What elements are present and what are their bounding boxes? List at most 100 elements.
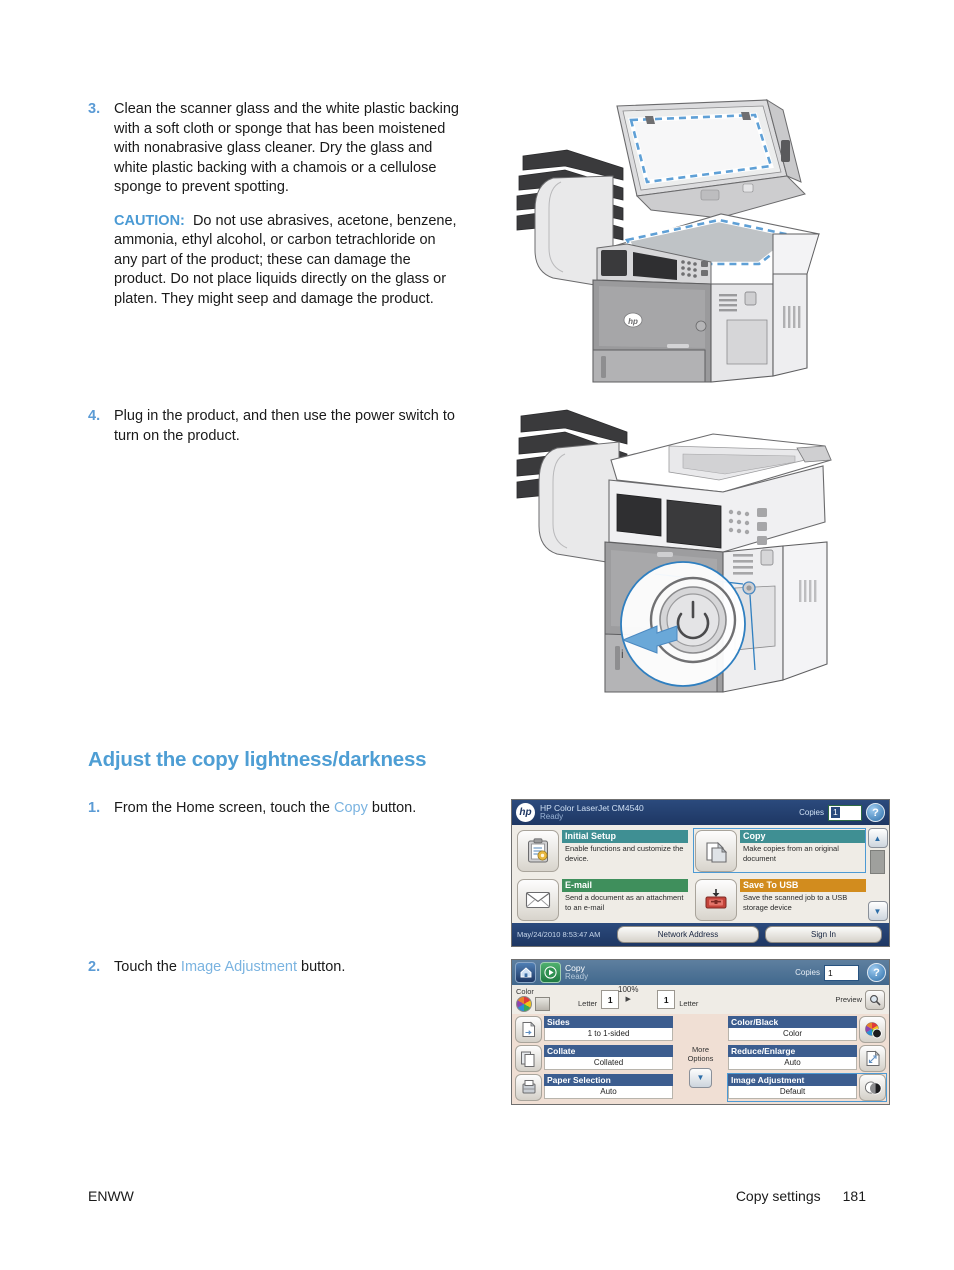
home-icon[interactable] xyxy=(515,962,536,983)
scale-arrow-icon: ▶ xyxy=(625,996,631,1003)
setting-paper-selection[interactable]: Paper Selection Auto xyxy=(515,1074,673,1101)
setting-reduce-enlarge[interactable]: Reduce/Enlarge Auto xyxy=(728,1045,886,1072)
home-tile-save-to-usb[interactable]: Save To USB Save the scanned job to a US… xyxy=(693,877,866,922)
envelope-icon xyxy=(517,879,559,921)
home-tile-initial-setup[interactable]: Initial Setup Enable functions and custo… xyxy=(515,828,688,873)
setting-collate-value: Collated xyxy=(544,1057,673,1070)
reduce-enlarge-icon xyxy=(859,1045,886,1072)
usb-tile-description: Save the scanned job to a USB storage de… xyxy=(743,893,848,912)
home-screen-body: Initial Setup Enable functions and custo… xyxy=(512,825,889,923)
copy-screen-status: Ready xyxy=(565,971,589,981)
copy-copies-group[interactable]: Copies 1 xyxy=(795,964,859,981)
setting-collate-title: Collate xyxy=(544,1045,673,1057)
setting-reduce-enlarge-body: Reduce/Enlarge Auto xyxy=(728,1045,857,1072)
scroll-thumb[interactable] xyxy=(870,850,885,874)
source-size-label: Letter xyxy=(578,999,598,1008)
copy-settings-area: Sides 1 to 1-sided Collate Collated Pape… xyxy=(512,1014,889,1104)
setting-collate[interactable]: Collate Collated xyxy=(515,1045,673,1072)
setting-paper-selection-title: Paper Selection xyxy=(544,1074,673,1086)
step-4-body: Plug in the product, and then use the po… xyxy=(114,407,460,446)
source-count: 1 xyxy=(601,990,620,1009)
step2-text-after: button. xyxy=(297,959,346,975)
email-tile-text: E-mail Send a document as an attachment … xyxy=(562,877,688,922)
setting-image-adjustment[interactable]: Image Adjustment Default xyxy=(727,1073,887,1102)
copy-screen-title-group: Copy Ready xyxy=(565,963,589,981)
usb-tile-text: Save To USB Save the scanned job to a US… xyxy=(740,877,866,922)
copy-settings-left-column: Sides 1 to 1-sided Collate Collated Pape… xyxy=(515,1016,673,1104)
scale-percent: 100% ▶ xyxy=(618,985,639,1003)
setting-paper-selection-body: Paper Selection Auto xyxy=(544,1074,673,1101)
setting-color-black-value: Color xyxy=(728,1028,857,1041)
setting-color-black-body: Color/Black Color xyxy=(728,1016,857,1043)
caution-label: CAUTION: xyxy=(114,212,185,229)
illustration-scanner-glass: hp xyxy=(505,98,895,383)
setting-color-black-title: Color/Black xyxy=(728,1016,857,1028)
scroll-up-icon[interactable]: ▲ xyxy=(867,828,888,848)
step1-text-after: button. xyxy=(367,800,417,816)
scroll-track[interactable] xyxy=(870,848,885,901)
setting-paper-selection-value: Auto xyxy=(544,1086,673,1099)
help-icon[interactable]: ? xyxy=(867,963,886,982)
home-screen-scrollbar[interactable]: ▲ ▼ xyxy=(867,828,888,921)
procedure-step-1-body: From the Home screen, touch the Copy but… xyxy=(114,799,488,819)
procedure-step-1-number: 1. xyxy=(88,800,101,816)
help-icon[interactable]: ? xyxy=(866,803,885,822)
step-4: 4. Plug in the product, and then use the… xyxy=(88,407,460,446)
hp-logo-icon: hp xyxy=(516,803,535,822)
home-copies-group[interactable]: Copies 1 xyxy=(799,804,862,821)
setting-sides[interactable]: Sides 1 to 1-sided xyxy=(515,1016,673,1043)
step1-ui-reference: Copy xyxy=(334,800,368,816)
scale-summary: Letter 1 100% ▶ 1 Letter xyxy=(578,985,698,1009)
setting-sides-title: Sides xyxy=(544,1016,673,1028)
step-3-caution: CAUTION: Do not use abrasives, acetone, … xyxy=(114,212,460,310)
setting-color-black[interactable]: Color/Black Color xyxy=(728,1016,886,1043)
product-status: Ready xyxy=(540,811,564,821)
home-tile-copy[interactable]: Copy Make copies from an original docume… xyxy=(693,828,866,873)
setting-image-adjustment-value: Default xyxy=(728,1086,857,1099)
initial-setup-description: Enable functions and customize the devic… xyxy=(565,844,684,863)
more-options-group[interactable]: More Options ▼ xyxy=(675,1016,726,1104)
copy-copies-input[interactable]: 1 xyxy=(824,964,859,981)
setting-sides-body: Sides 1 to 1-sided xyxy=(544,1016,673,1043)
step2-text-before: Touch the xyxy=(114,959,181,975)
preview-group[interactable]: Preview xyxy=(835,989,885,1010)
start-icon[interactable] xyxy=(540,962,561,983)
home-tile-email[interactable]: E-mail Send a document as an attachment … xyxy=(515,877,688,922)
footer-right-group: Copy settings 181 xyxy=(736,1188,866,1204)
usb-tile-title: Save To USB xyxy=(740,879,866,892)
home-copies-input[interactable]: 1 xyxy=(828,804,862,821)
control-panel-copy-screen[interactable]: Copy Ready Copies 1 ? Color Letter 1 100… xyxy=(511,959,890,1105)
preview-label: Preview xyxy=(835,995,862,1004)
scroll-down-icon[interactable]: ▼ xyxy=(867,901,888,921)
sign-in-button[interactable]: Sign In xyxy=(765,926,882,943)
initial-setup-text: Initial Setup Enable functions and custo… xyxy=(562,828,688,873)
page-icon xyxy=(535,997,550,1011)
email-tile-description: Send a document as an attachment to an e… xyxy=(565,893,684,912)
step-4-paragraph: Plug in the product, and then use the po… xyxy=(114,408,455,444)
search-icon[interactable] xyxy=(865,989,885,1010)
chevron-down-icon[interactable]: ▼ xyxy=(689,1067,712,1088)
copy-copies-label: Copies xyxy=(795,968,820,977)
color-mode-icons xyxy=(516,996,550,1012)
illustration-power-switch: i xyxy=(505,402,895,710)
image-adjustment-icon xyxy=(859,1074,886,1101)
setting-reduce-enlarge-value: Auto xyxy=(728,1057,857,1070)
footer-locale: ENWW xyxy=(88,1188,134,1204)
page-footer: ENWW Copy settings 181 xyxy=(88,1188,866,1204)
copy-settings-right-column: Color/Black Color Reduce/Enlarge Auto Im… xyxy=(727,1016,887,1104)
page-title: Adjust the copy lightness/darkness xyxy=(88,748,427,771)
date-time-display: May/24/2010 8:53:47 AM xyxy=(517,930,601,939)
procedure-step-2: 2. Touch the Image Adjustment button. xyxy=(88,958,488,978)
paper-selection-icon xyxy=(515,1074,542,1101)
home-tile-grid: Initial Setup Enable functions and custo… xyxy=(515,828,866,922)
step-4-number: 4. xyxy=(88,408,101,424)
color-mode-group[interactable]: Color xyxy=(516,987,550,1012)
copy-tile-text: Copy Make copies from an original docume… xyxy=(740,828,866,873)
home-screen-footer: May/24/2010 8:53:47 AM Network Address S… xyxy=(512,923,889,946)
network-address-button[interactable]: Network Address xyxy=(617,926,759,943)
more-options-label: More Options xyxy=(687,1044,714,1063)
svg-text:hp: hp xyxy=(628,317,638,326)
control-panel-home-screen[interactable]: hp HP Color LaserJet CM4540 Ready Copies… xyxy=(511,799,890,947)
setting-image-adjustment-body: Image Adjustment Default xyxy=(728,1074,857,1101)
color-wheel-icon xyxy=(516,996,532,1012)
